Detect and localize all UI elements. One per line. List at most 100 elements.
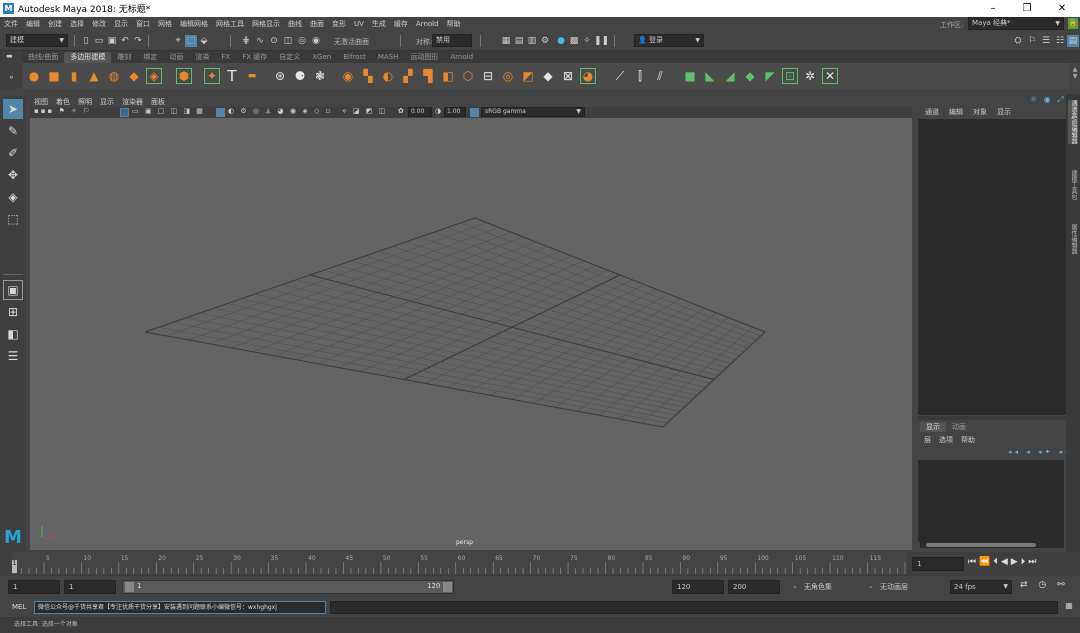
lighting-icons[interactable]: ◐ ⚙ ◎ ⚶ ◕ [228, 107, 285, 115]
menu-mesh-display[interactable]: 网格显示 [248, 19, 284, 29]
shelf-tab-mash[interactable]: MASH [372, 52, 405, 63]
channel-box-icon[interactable]: ☷ [1054, 35, 1066, 47]
play-forward-icon[interactable]: ▶ [1011, 557, 1021, 567]
restore-button[interactable]: ❐ [1010, 0, 1044, 17]
xray-icons[interactable]: ⟡ ◪ ◩ ◫ [342, 107, 387, 116]
layer-menu-help[interactable]: 帮助 [957, 435, 979, 445]
menu-create[interactable]: 创建 [44, 19, 66, 29]
shelf-tab-motion-graphics[interactable]: 运动图形 [404, 52, 444, 63]
menu-display[interactable]: 显示 [110, 19, 132, 29]
scrollbar-thumb[interactable] [926, 543, 1036, 547]
shelf-tab-bifrost[interactable]: Bifrost [337, 52, 372, 63]
layer-menu-layers[interactable]: 层 [920, 435, 935, 445]
isolate-icons[interactable]: ◉ ◈ ◇ ▫ [290, 107, 332, 115]
rotate-tool-icon[interactable]: ◈ [3, 187, 23, 207]
connect-icon[interactable]: ⟋ [612, 68, 628, 84]
layer-tab-anim[interactable]: 动画 [946, 422, 972, 432]
render-setup-icon[interactable]: ▩ [568, 35, 580, 47]
channel-box-area[interactable] [918, 119, 1066, 415]
planar-mapping-icon[interactable]: ◣ [702, 68, 718, 84]
save-scene-icon[interactable]: ▣ [106, 35, 118, 47]
uv-layout-icon[interactable]: ⊡ [782, 68, 798, 84]
shelf-tab-animation[interactable]: 动画 [163, 52, 189, 63]
pause-viewport-icon[interactable]: ❚❚ [594, 35, 609, 47]
color-management-icon[interactable] [470, 108, 479, 117]
shelf-tab-fx[interactable]: FX [215, 52, 236, 63]
light-editor-icon[interactable]: ✧ [581, 35, 593, 47]
workspace-dropdown[interactable]: Maya 经典* ▼ [968, 17, 1064, 30]
offset-edge-loop-icon[interactable]: ⫽ [652, 68, 668, 84]
exposure-field[interactable]: 0.00 [408, 107, 432, 117]
menu-select[interactable]: 选择 [66, 19, 88, 29]
select-tool-icon[interactable]: ➤ [3, 99, 23, 119]
play-backward-icon[interactable]: ◀ [1001, 557, 1011, 567]
snap-grid-icon[interactable]: ⋕ [240, 35, 252, 47]
poly-sphere-icon[interactable]: ● [26, 68, 42, 84]
modeling-toolkit-icon[interactable]: ⛭ [1012, 35, 1024, 47]
snap-point-icon[interactable]: ⊙ [268, 35, 280, 47]
poly-torus-icon[interactable]: ◍ [106, 68, 122, 84]
single-view-icon[interactable]: ▣ [3, 280, 23, 300]
layer-action-icons[interactable]: ◂◂ ◂ ◂✦ ◂◈ [1008, 448, 1074, 456]
channelbox-menu-channels[interactable]: 通道 [920, 107, 944, 117]
menu-edit[interactable]: 编辑 [22, 19, 44, 29]
select-hierarchy-icon[interactable]: ⌖ [172, 35, 184, 47]
shelf-scroll[interactable]: ▲ ▼ [1070, 66, 1080, 88]
super-shape-icon[interactable]: ✦ [204, 68, 220, 84]
camera-tools-icon[interactable]: ▪▪▪ ⚑ ✧ ⚐ [34, 107, 91, 115]
shelf-tab-fx-caching[interactable]: FX 缓存 [236, 52, 273, 63]
menu-modify[interactable]: 修改 [88, 19, 110, 29]
target-weld-icon[interactable]: ◕ [580, 68, 596, 84]
minimize-button[interactable]: – [976, 0, 1010, 17]
insert-edge-loop-icon[interactable]: ⫿ [632, 68, 648, 84]
cylindrical-mapping-icon[interactable]: ◢ [722, 68, 738, 84]
panel-header-icons[interactable]: ⚛ ◉ ⤢ [1030, 95, 1066, 105]
menu-cache[interactable]: 缓存 [390, 19, 412, 29]
chevron-down-icon[interactable]: ⌄ [792, 582, 798, 590]
viewport-persp[interactable]: persp [30, 118, 912, 550]
render-settings-icon[interactable]: ⚙ [539, 35, 551, 47]
smooth-icon[interactable]: ◐ [380, 68, 396, 84]
character-set-label[interactable]: 无角色集 [804, 582, 832, 592]
menu-file[interactable]: 文件 [0, 19, 22, 29]
boolean-icon[interactable]: ▜ [420, 68, 436, 84]
symmetry-dropdown[interactable]: 禁用 [432, 34, 472, 47]
start-frame-field[interactable]: 1 [8, 580, 60, 594]
shelf-tab-rendering[interactable]: 渲染 [189, 52, 215, 63]
menu-help[interactable]: 帮助 [443, 19, 465, 29]
menu-mesh[interactable]: 网格 [154, 19, 176, 29]
menu-arnold[interactable]: Arnold [412, 20, 443, 28]
chevron-down-icon[interactable]: ⌄ [868, 582, 874, 590]
side-tab-channel-box[interactable]: 通道盒/层编辑器 [1068, 100, 1078, 145]
gamma-field[interactable]: 1.00 [444, 107, 466, 117]
menu-surfaces[interactable]: 曲面 [306, 19, 328, 29]
poly-plane-icon[interactable]: ◆ [126, 68, 142, 84]
attribute-editor-icon[interactable]: ⚐ [1026, 35, 1038, 47]
quad-draw-icon[interactable]: ■ [682, 68, 698, 84]
loop-icons[interactable]: ⇄ ◷ ⚯ [1020, 580, 1069, 590]
viewport-menu-panels[interactable]: 面板 [147, 97, 169, 107]
poly-disc-icon[interactable]: ◈ [146, 68, 162, 84]
shelf-tab-custom[interactable]: 自定义 [273, 52, 306, 63]
ipr-render-icon[interactable]: ▥ [526, 35, 538, 47]
select-object-icon[interactable]: ⬚ [185, 35, 197, 47]
shelf-tab-poly-modeling[interactable]: 多边形建模 [64, 52, 112, 63]
channelbox-menu-show[interactable]: 显示 [992, 107, 1016, 117]
step-back-key-icon[interactable]: ⏪ [979, 557, 993, 567]
outliner-view-icon[interactable]: ☰ [3, 346, 23, 366]
layer-list-area[interactable] [918, 460, 1064, 542]
viewport-menu-lighting[interactable]: 照明 [74, 97, 96, 107]
channel-box-toggle-icon[interactable]: ▤ [1067, 35, 1079, 47]
grid-toggle-icon[interactable] [120, 108, 129, 117]
panel-splitter[interactable] [918, 416, 1066, 420]
current-frame-field[interactable]: 1 [912, 557, 964, 571]
open-scene-icon[interactable]: ▭ [93, 35, 105, 47]
step-back-frame-icon[interactable]: ⏴ [993, 557, 1001, 567]
playback-start-field[interactable]: 1 [64, 580, 116, 594]
uv-map-icon[interactable]: ⚈ [292, 68, 308, 84]
menu-curves[interactable]: 曲线 [284, 19, 306, 29]
uv-editor-icon[interactable]: ❃ [312, 68, 328, 84]
login-dropdown[interactable]: 👤 登录 ▼ [634, 34, 704, 47]
poly-cube-icon[interactable]: ■ [46, 68, 62, 84]
paint-select-tool-icon[interactable]: ✐ [3, 143, 23, 163]
